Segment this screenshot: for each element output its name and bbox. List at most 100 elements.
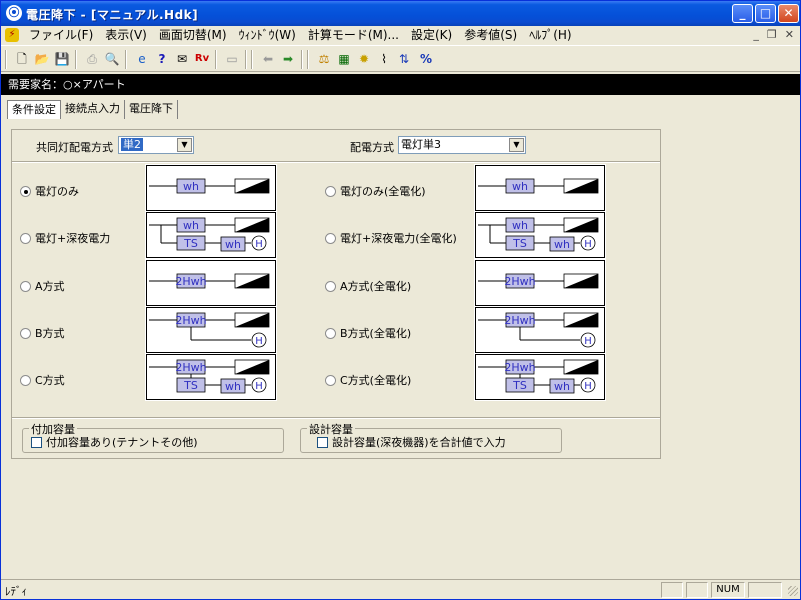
option-label: A方式 [35,280,65,293]
save-icon[interactable]: 💾 [53,50,71,68]
forward-arrow-icon[interactable]: ➡ [279,50,297,68]
additional-capacity-checkbox[interactable] [31,436,42,448]
print-preview-icon[interactable]: 🔍 [103,50,121,68]
gear-icon[interactable]: ✹ [355,50,373,68]
option-lighting-night[interactable]: 電灯+深夜電力 [20,230,110,246]
window-icon[interactable]: ▭ [223,50,241,68]
radio-c-method-all-electric[interactable] [325,374,336,386]
mdi-close-icon[interactable]: ✕ [785,28,794,41]
svg-text:wh: wh [554,380,570,393]
svg-text:H: H [584,381,592,392]
chevron-down-icon[interactable]: ▼ [509,138,524,152]
new-file-icon[interactable]: 🗋 [13,50,31,68]
design-capacity-checkbox[interactable] [317,436,328,448]
tab-conditions[interactable]: 条件設定 [7,100,61,119]
mdi-restore-icon[interactable]: ❐ [767,28,777,41]
common-distribution-value: 単2 [121,138,143,151]
menu-view[interactable]: 表示(V) [99,28,153,43]
document-icon[interactable]: ⚡ [5,28,19,42]
option-label: 電灯のみ [35,185,79,198]
svg-text:wh: wh [225,380,241,393]
menu-screen-switch[interactable]: 画面切替(M) [153,28,233,43]
svg-text:H: H [255,381,263,392]
help-question-icon[interactable]: ? [153,50,171,68]
menu-help[interactable]: ﾍﾙﾌﾟ(H) [523,28,577,43]
chevron-down-icon[interactable]: ▼ [177,138,192,152]
toolbar: 🗋 📂 💾 ⎙ 🔍 e ? ✉ Rv ▭ ⬅ ➡ ⚖ ▦ ✹ ⌇ ⇅ % [1,45,800,72]
option-a-method-all-electric[interactable]: A方式(全電化) [325,278,411,294]
status-text: ﾚﾃﾞｨ [5,585,27,598]
radio-lighting-night[interactable] [20,232,31,244]
back-arrow-icon[interactable]: ⬅ [259,50,277,68]
message-icon[interactable]: ✉ [173,50,191,68]
design-capacity-checkbox-row[interactable]: 設計容量(深夜機器)を合計値で入力 [317,434,506,450]
close-button[interactable]: ✕ [778,4,799,23]
svg-text:H: H [584,239,592,250]
resize-grip-icon[interactable] [788,586,798,596]
menu-settings[interactable]: 設定(K) [405,28,458,43]
options-divider [12,417,660,419]
distribution-method-select[interactable]: 電灯単3 ▼ [398,136,526,154]
tab-voltage-drop[interactable]: 電圧降下 [125,100,178,119]
radio-a-method-all-electric[interactable] [325,280,336,292]
toolbar-separator [307,50,309,69]
toolbar-separator [75,50,77,69]
svg-text:2Hwh: 2Hwh [504,275,535,288]
option-lighting-only[interactable]: 電灯のみ [20,183,79,199]
radio-lighting-only-all-electric[interactable] [325,185,336,197]
option-c-method[interactable]: C方式 [20,372,65,388]
svg-text:2Hwh: 2Hwh [175,361,206,374]
sort-icon[interactable]: ⇅ [395,50,413,68]
radio-lighting-night-all-electric[interactable] [325,232,336,244]
distribution-method-value: 電灯単3 [401,138,441,151]
option-label: B方式 [35,327,65,340]
status-cell-1 [661,582,683,598]
menu-file[interactable]: ファイル(F) [23,28,99,43]
mdi-minimize-icon[interactable]: _ [753,28,759,41]
graph-icon[interactable]: ⌇ [375,50,393,68]
customer-name-bar: 需要家名：○×アパート [1,74,800,95]
app-icon[interactable]: ⦿ [6,5,22,21]
common-distribution-select[interactable]: 単2 ▼ [118,136,194,154]
option-b-method-all-electric[interactable]: B方式(全電化) [325,325,411,341]
option-a-method[interactable]: A方式 [20,278,65,294]
percent-icon[interactable]: % [417,50,435,68]
toolbar-grip [5,50,7,69]
menu-calc-mode[interactable]: 計算モード(M)... [302,28,405,43]
svg-text:wh: wh [512,219,528,232]
design-capacity-checkbox-label: 設計容量(深夜機器)を合計値で入力 [332,436,506,449]
additional-capacity-checkbox-row[interactable]: 付加容量あり(テナントその他) [31,434,198,450]
option-label: 電灯のみ(全電化) [340,185,426,198]
menu-window[interactable]: ｳｨﾝﾄﾞｳ(W) [233,28,302,43]
option-lighting-only-all-electric[interactable]: 電灯のみ(全電化) [325,183,426,199]
minimize-button[interactable]: _ [732,4,753,23]
radio-a-method[interactable] [20,280,31,292]
globe-icon[interactable]: e [133,50,151,68]
radio-lighting-only[interactable] [20,185,31,197]
status-bar: ﾚﾃﾞｨ NUM [1,579,800,599]
tab-connection-points[interactable]: 接続点入力 [61,100,125,119]
radio-b-method-all-electric[interactable] [325,327,336,339]
radio-b-method[interactable] [20,327,31,339]
option-label: C方式 [35,374,65,387]
rv-icon[interactable]: Rv [193,50,211,68]
menu-reference[interactable]: 参考値(S) [458,28,523,43]
svg-text:2Hwh: 2Hwh [175,275,206,288]
option-label: B方式(全電化) [340,327,412,340]
svg-text:wh: wh [225,238,241,251]
toolbar-separator [245,50,247,69]
option-lighting-night-all-electric[interactable]: 電灯+深夜電力(全電化) [325,230,457,246]
chart-icon[interactable]: ⚖ [315,50,333,68]
option-c-method-all-electric[interactable]: C方式(全電化) [325,372,411,388]
title-bar[interactable]: ⦿ 電圧降下 - [マニュアル.Hdk] _ □ ✕ [1,1,800,26]
open-folder-icon[interactable]: 📂 [33,50,51,68]
diagram-b-method: 2Hwh H [145,306,277,354]
maximize-button[interactable]: □ [755,4,776,23]
radio-c-method[interactable] [20,374,31,386]
window-title: 電圧降下 - [マニュアル.Hdk] [26,8,199,22]
calculator-icon[interactable]: ▦ [335,50,353,68]
menu-bar: ⚡ ファイル(F) 表示(V) 画面切替(M) ｳｨﾝﾄﾞｳ(W) 計算モード(… [1,26,800,45]
print-icon[interactable]: ⎙ [83,50,101,68]
option-b-method[interactable]: B方式 [20,325,65,341]
option-label: 電灯+深夜電力 [35,232,111,245]
